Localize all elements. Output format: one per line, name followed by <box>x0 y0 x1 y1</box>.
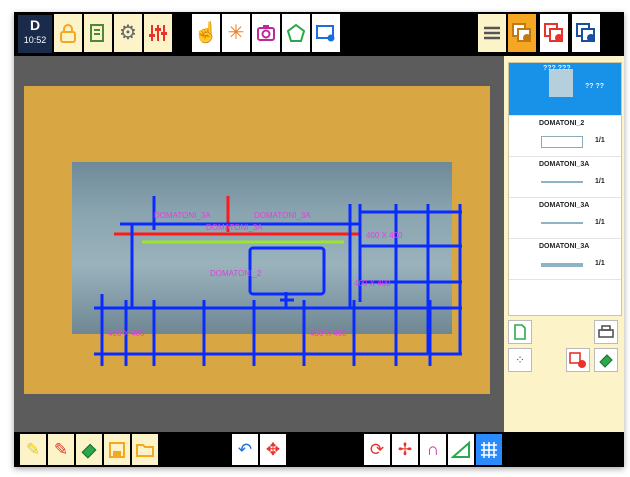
layers-remove-icon <box>544 23 563 42</box>
layer-count: 1/1 <box>595 178 605 185</box>
layer-remove-button[interactable] <box>540 14 568 52</box>
center-button[interactable]: ✥ <box>260 434 286 465</box>
erase-button[interactable] <box>594 348 618 372</box>
eraser-icon <box>81 443 97 459</box>
layer-name: DOMATONI_2 <box>539 120 585 127</box>
hand-pointer-icon: ☝ <box>193 22 219 44</box>
lock-button[interactable] <box>54 14 82 52</box>
dimension-label: 400 X 400 <box>354 279 391 288</box>
layers-delete-icon <box>569 352 586 368</box>
dots-pattern-icon: ⁘ <box>514 353 526 367</box>
layer-count: 1/1 <box>595 137 605 144</box>
highlight-button[interactable]: ✎ <box>20 434 46 465</box>
pattern-button[interactable]: ⁘ <box>508 348 532 372</box>
adjust-button[interactable] <box>144 14 172 52</box>
angle-button[interactable] <box>448 434 474 465</box>
sliders-icon <box>149 25 167 41</box>
hamburger-icon <box>484 26 500 40</box>
screen-settings-button[interactable] <box>312 14 340 52</box>
open-folder-button[interactable] <box>132 434 158 465</box>
layer-thumbnail <box>541 263 583 267</box>
eraser-button[interactable] <box>76 434 102 465</box>
report-icon <box>90 24 104 42</box>
layer-name: ??? ??? <box>543 65 571 72</box>
pencil-red-icon: ✎ <box>53 439 69 459</box>
report-button[interactable] <box>84 14 112 52</box>
bottom-toolbar: ✎ ✎ ↶ ✥ ⟳ ✢ ∩ <box>14 432 624 467</box>
layer-list[interactable]: ??? ??? ?? ?? DOMATONI_2 1/1 DOMATONI_3A… <box>508 62 622 316</box>
touch-button[interactable]: ☝ <box>192 14 220 52</box>
top-toolbar: D 10:52 ⚙ ☝ ✳ <box>14 12 624 56</box>
draw-button[interactable]: ✎ <box>48 434 74 465</box>
burst-icon: ✳ <box>227 22 245 44</box>
layers-info-icon <box>576 23 595 42</box>
laser-button[interactable]: ✳ <box>222 14 250 52</box>
layer-thumbnail <box>541 136 583 148</box>
blue-grid <box>94 196 462 366</box>
angle-ruler-icon <box>451 440 470 458</box>
camera-icon <box>257 25 275 41</box>
layer-info-button[interactable] <box>572 14 600 52</box>
printer-icon <box>598 325 614 338</box>
layer-name: DOMATONI_3A <box>539 243 590 250</box>
save-icon <box>109 441 125 458</box>
piece-label: DOMATONI_3A <box>254 211 311 220</box>
canvas-area[interactable]: DOMATONI_3A DOMATONI_3A DOMATONI_3A DOMA… <box>14 56 504 432</box>
layer-thumbnail <box>541 222 583 224</box>
piece-label: DOMATONI_3A <box>206 223 263 232</box>
layer-name: DOMATONI_3A <box>539 161 590 168</box>
new-document-button[interactable] <box>508 320 532 344</box>
undo-button[interactable]: ↶ <box>232 434 258 465</box>
gear-icon: ⚙ <box>119 22 137 44</box>
save-button[interactable] <box>104 434 130 465</box>
pencil-yellow-icon: ✎ <box>25 439 41 459</box>
layer-name: DOMATONI_3A <box>539 202 590 209</box>
move-target-icon: ✥ <box>265 439 281 459</box>
piece-label: DOMATONI_2 <box>210 269 262 278</box>
lock-icon <box>60 24 76 43</box>
rotate-icon: ⟳ <box>369 439 385 459</box>
camera-button[interactable] <box>252 14 280 52</box>
status-clock: D 10:52 <box>18 15 52 53</box>
polygon-icon <box>286 23 306 42</box>
move-icon: ✢ <box>397 439 413 459</box>
piece-label: DOMATONI_3A <box>154 211 211 220</box>
layers-add-icon <box>512 23 531 42</box>
layer-item[interactable]: DOMATONI_3A 1/1 <box>509 198 621 239</box>
app-window: D 10:52 ⚙ ☝ ✳ DOMATONI_3A DOMATONI_3A DO… <box>14 12 624 467</box>
screen-settings-icon <box>316 25 335 42</box>
cut-layout-overlay[interactable]: DOMATONI_3A DOMATONI_3A DOMATONI_3A DOMA… <box>14 56 504 432</box>
layer-item[interactable]: DOMATONI_2 1/1 <box>509 116 621 157</box>
magnet-button[interactable]: ∩ <box>420 434 446 465</box>
settings-button[interactable]: ⚙ <box>114 14 142 52</box>
layer-count: 1/1 <box>595 260 605 267</box>
layers-panel: ??? ??? ?? ?? DOMATONI_2 1/1 DOMATONI_3A… <box>504 56 624 432</box>
layer-item[interactable]: DOMATONI_3A 1/1 <box>509 157 621 198</box>
dimension-label: 400 X 400 <box>366 231 403 240</box>
rotate-button[interactable]: ⟳ <box>364 434 390 465</box>
clock-time: 10:52 <box>23 35 47 45</box>
layer-count: 1/1 <box>595 219 605 226</box>
layer-item[interactable]: DOMATONI_3A 1/1 <box>509 239 621 280</box>
delete-layers-button[interactable] <box>566 348 590 372</box>
undo-icon: ↶ <box>237 439 253 459</box>
grid-button[interactable] <box>476 434 502 465</box>
layer-thumbnail <box>549 69 573 97</box>
layer-item-selected[interactable]: ??? ??? ?? ?? <box>509 63 621 116</box>
dimension-label: 400 X 400 <box>310 329 347 338</box>
app-logo: D <box>29 17 41 33</box>
menu-button[interactable] <box>478 14 506 52</box>
layer-thumbnail <box>541 181 583 183</box>
magnet-icon: ∩ <box>426 439 440 459</box>
move-button[interactable]: ✢ <box>392 434 418 465</box>
document-icon <box>514 324 526 340</box>
eraser-icon <box>599 354 613 368</box>
layer-count: ?? ?? <box>585 83 605 90</box>
print-button[interactable] <box>594 320 618 344</box>
shape-button[interactable] <box>282 14 310 52</box>
folder-icon <box>136 443 154 457</box>
grid-icon <box>481 441 497 458</box>
dimension-label: 400 X 400 <box>108 329 145 338</box>
layer-add-button[interactable] <box>508 14 536 52</box>
